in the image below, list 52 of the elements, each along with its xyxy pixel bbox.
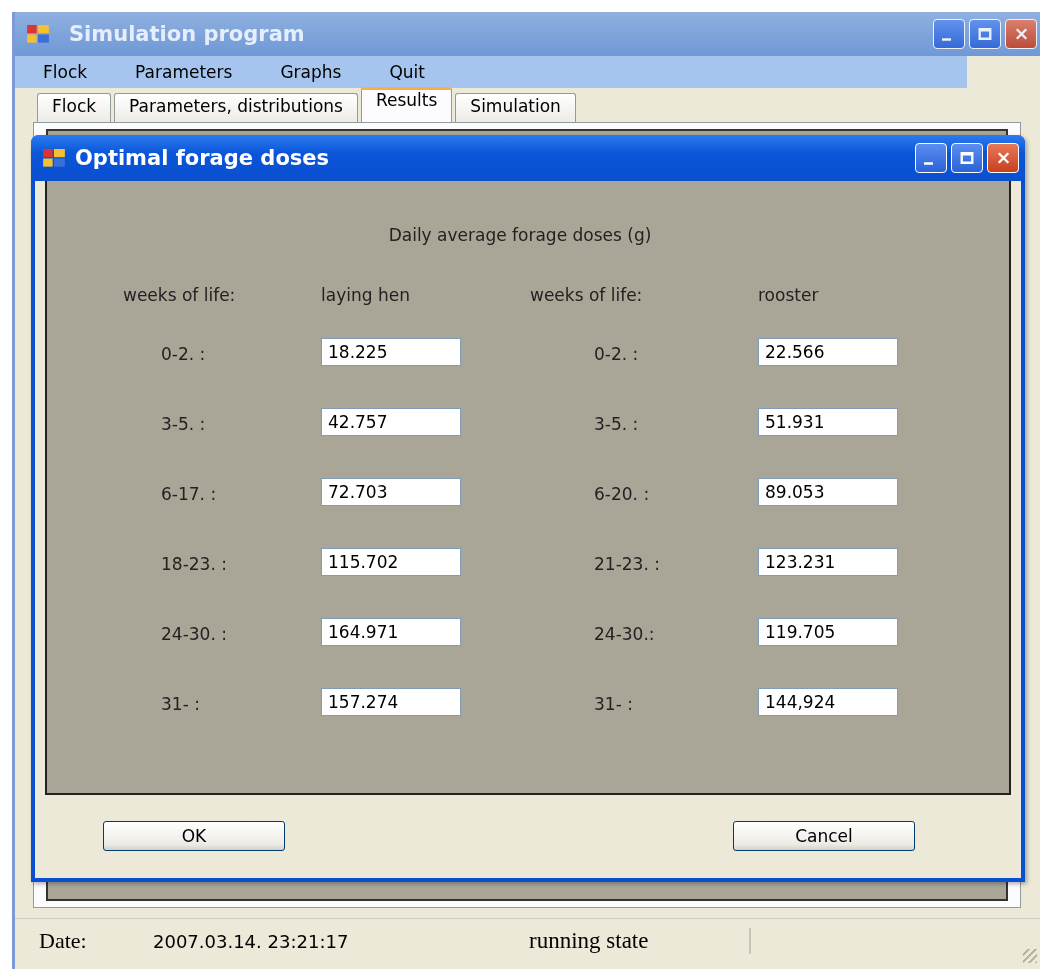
week-range-label: 3-5. : [593,413,640,436]
date-label: Date: [39,928,88,954]
minimize-icon [941,37,951,41]
date-value: 2007.03.14. 23:21:17 [153,930,350,952]
tab[interactable]: Simulation [455,93,576,122]
window-title: Simulation program [69,22,306,46]
tab[interactable]: Flock [37,93,112,122]
menu-item[interactable]: Parameters [135,62,233,82]
cancel-button[interactable]: Cancel [733,821,915,851]
tab[interactable]: Results [360,87,453,122]
week-range-label: 31- : [160,693,201,716]
minimize-icon [923,161,933,165]
minimize-button[interactable] [915,143,947,173]
dose-field[interactable]: 157.274 [321,688,461,716]
dialog-title: Optimal forage doses [75,146,331,170]
dose-field[interactable]: 119.705 [758,618,898,646]
dose-field[interactable]: 42.757 [321,408,461,436]
dose-field[interactable]: 115.702 [321,548,461,576]
column-header: rooster [758,285,820,307]
dose-field[interactable]: 22.566 [758,338,898,366]
app-icon [43,148,65,168]
dose-field[interactable]: 144,924 [758,688,898,716]
maximize-button[interactable] [951,143,983,173]
panel-heading: Daily average forage doses (g) [387,225,653,245]
week-range-label: 6-20. : [593,483,651,506]
resize-grip[interactable] [1023,949,1037,963]
tab[interactable]: Parameters, distributions [114,93,358,122]
column-header: laying hen [321,285,411,307]
dose-field[interactable]: 89.053 [758,478,898,506]
week-range-label: 6-17. : [160,483,218,506]
app-icon [27,24,49,44]
status-text: running state [529,928,751,954]
week-range-label: 18-23. : [160,553,228,576]
ok-button[interactable]: OK [103,821,285,851]
week-range-label: 31- : [593,693,634,716]
week-range-label: 0-2. : [593,343,640,366]
week-range-label: 21-23. : [593,553,661,576]
column-header: weeks of life: [123,285,237,307]
week-range-label: 0-2. : [160,343,207,366]
dose-field[interactable]: 123.231 [758,548,898,576]
column-header: weeks of life: [530,285,644,307]
dose-field[interactable]: 72.703 [321,478,461,506]
menu-item[interactable]: Flock [43,62,88,82]
dose-field[interactable]: 164.971 [321,618,461,646]
dose-field[interactable]: 51.931 [758,408,898,436]
week-range-label: 3-5. : [160,413,207,436]
menu-item[interactable]: Graphs [280,62,342,82]
close-button[interactable] [987,143,1019,173]
dose-field[interactable]: 18.225 [321,338,461,366]
week-range-label: 24-30.: [593,623,656,646]
week-range-label: 24-30. : [160,623,228,646]
menu-item[interactable]: Quit [389,62,425,82]
